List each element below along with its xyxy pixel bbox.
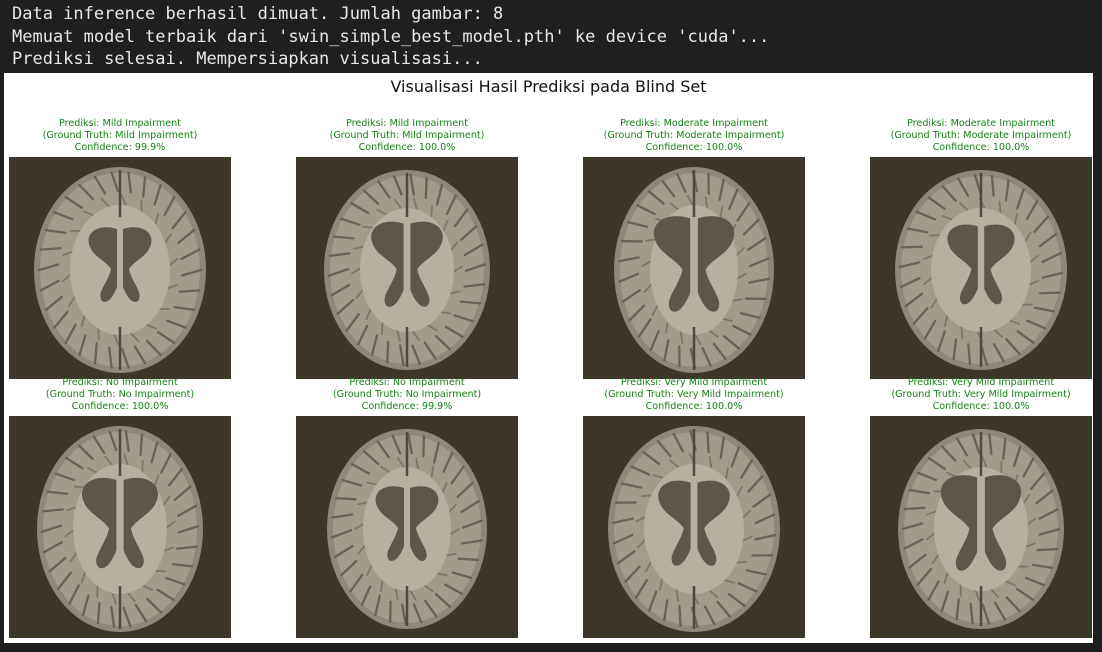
confidence-label: Confidence: 100.0% [932, 142, 1030, 153]
prediction-panel: Prediksi: Moderate Impairment (Ground Tr… [870, 118, 1092, 379]
console-output: Data inference berhasil dimuat. Jumlah g… [12, 3, 769, 71]
ground-truth-label: (Ground Truth: No Impairment) [45, 389, 195, 400]
prediction-label: Prediksi: Very Mild Impairment [620, 377, 768, 388]
confidence-label: Confidence: 100.0% [645, 401, 743, 412]
ground-truth-label: (Ground Truth: Moderate Impairment) [890, 130, 1072, 141]
prediction-figure: Visualisasi Hasil Prediksi pada Blind Se… [4, 73, 1093, 643]
mri-brain-image [583, 157, 805, 379]
ground-truth-label: (Ground Truth: Mild Impairment) [42, 130, 198, 141]
ground-truth-label: (Ground Truth: Very Mild Impairment) [891, 389, 1071, 400]
prediction-panel: Prediksi: Mild Impairment (Ground Truth:… [296, 118, 518, 379]
ground-truth-label: (Ground Truth: Mild Impairment) [329, 130, 485, 141]
prediction-panel: Prediksi: Very Mild Impairment (Ground T… [870, 377, 1092, 638]
prediction-label: Prediksi: Very Mild Impairment [907, 377, 1055, 388]
prediction-label: Prediksi: Moderate Impairment [907, 118, 1055, 129]
confidence-label: Confidence: 100.0% [358, 142, 456, 153]
prediction-panel: Prediksi: Mild Impairment (Ground Truth:… [9, 118, 231, 379]
mri-brain-image [296, 157, 518, 379]
prediction-panel: Prediksi: Very Mild Impairment (Ground T… [583, 377, 805, 638]
mri-brain-image [870, 157, 1092, 379]
console-line: Memuat model terbaik dari 'swin_simple_b… [12, 26, 770, 47]
ground-truth-label: (Ground Truth: Moderate Impairment) [603, 130, 785, 141]
mri-brain-image [583, 416, 805, 638]
figure-title: Visualisasi Hasil Prediksi pada Blind Se… [390, 77, 707, 96]
confidence-label: Confidence: 100.0% [71, 401, 169, 412]
prediction-label: Prediksi: No Impairment [349, 377, 465, 388]
confidence-label: Confidence: 99.9% [361, 401, 453, 412]
prediction-panel: Prediksi: No Impairment (Ground Truth: N… [9, 377, 231, 638]
mri-brain-image [9, 157, 231, 379]
console-line: Prediksi selesai. Mempersiapkan visualis… [12, 49, 483, 69]
prediction-panel: Prediksi: Moderate Impairment (Ground Tr… [583, 118, 805, 379]
confidence-label: Confidence: 100.0% [645, 142, 743, 153]
mri-brain-image [296, 416, 518, 638]
console-line: Data inference berhasil dimuat. Jumlah g… [12, 4, 504, 24]
prediction-label: Prediksi: Mild Impairment [59, 118, 181, 129]
ground-truth-label: (Ground Truth: No Impairment) [332, 389, 482, 400]
prediction-label: Prediksi: Mild Impairment [346, 118, 468, 129]
prediction-panel: Prediksi: No Impairment (Ground Truth: N… [296, 377, 518, 638]
confidence-label: Confidence: 100.0% [932, 401, 1030, 412]
ground-truth-label: (Ground Truth: Very Mild Impairment) [604, 389, 784, 400]
prediction-label: Prediksi: Moderate Impairment [620, 118, 768, 129]
confidence-label: Confidence: 99.9% [74, 142, 166, 153]
mri-brain-image [9, 416, 231, 638]
prediction-label: Prediksi: No Impairment [62, 377, 178, 388]
mri-brain-image [870, 416, 1092, 638]
